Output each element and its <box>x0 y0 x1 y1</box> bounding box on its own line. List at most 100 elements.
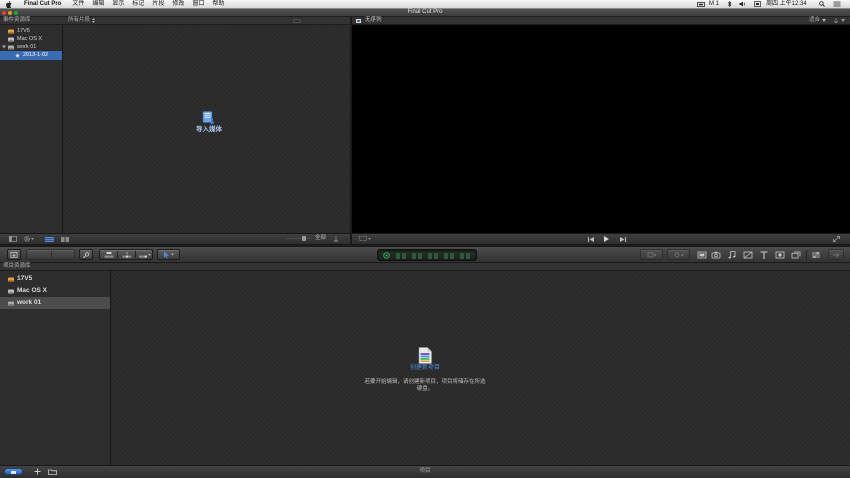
action-menu-button[interactable] <box>24 236 34 242</box>
music-browser-button[interactable] <box>725 250 738 260</box>
audio-enhancement-button[interactable] <box>640 249 663 260</box>
insert-edit-button[interactable] <box>118 250 136 259</box>
viewer-switch-icon[interactable] <box>834 18 838 23</box>
notification-list-icon[interactable] <box>833 1 841 7</box>
menu-clip[interactable]: 片段 <box>152 0 164 8</box>
skip-back-icon[interactable] <box>588 236 594 242</box>
viewer-toolbar <box>352 233 850 244</box>
effects-browser-button[interactable] <box>695 250 708 260</box>
drive-icon <box>8 45 14 50</box>
menu-window[interactable]: 窗口 <box>192 0 204 8</box>
system-drive-icon <box>8 37 14 42</box>
titles-browser-button[interactable] <box>757 250 770 260</box>
event-library-toggle-icon[interactable] <box>9 236 17 242</box>
viewer-zoom-label: 适合 <box>809 17 821 23</box>
footer-title: 项目 <box>419 468 431 474</box>
apple-menu-icon[interactable] <box>6 0 12 8</box>
menu-file[interactable]: 文件 <box>72 0 84 8</box>
keyword-editor-button[interactable] <box>79 249 93 260</box>
select-tool-content <box>163 251 174 258</box>
share-icon <box>833 252 840 257</box>
import-media-label: 导入媒体 <box>196 126 222 133</box>
menu-mark[interactable]: 标记 <box>132 0 144 8</box>
menu-edit[interactable]: 编辑 <box>92 0 104 8</box>
project-library-item-label: 17V5 <box>17 275 33 282</box>
themes-browser-button[interactable] <box>789 250 802 260</box>
project-library-item[interactable]: Mac OS X <box>0 285 110 297</box>
viewer-zoom-popup[interactable]: 适合 <box>809 17 827 24</box>
event-library-item[interactable]: Mac OS X <box>0 35 62 43</box>
clip-appearance-icon[interactable] <box>333 236 339 242</box>
event-library-item-selected[interactable]: 2013-1-02 <box>0 51 62 60</box>
transition-icon <box>743 251 752 259</box>
event-browser-toolbar: 全部 <box>0 233 350 244</box>
project-library-list: 17V5 Mac OS X work 01 <box>0 271 111 465</box>
inspector-button[interactable] <box>809 250 822 260</box>
filmstrip-view-icon[interactable] <box>45 236 54 242</box>
transitions-browser-button[interactable] <box>741 250 754 260</box>
inspector-icon <box>811 252 820 259</box>
connect-edit-button[interactable] <box>100 250 118 259</box>
display-icon[interactable] <box>697 1 705 7</box>
menu-help[interactable]: 帮助 <box>212 0 224 8</box>
bluetooth-icon[interactable] <box>727 1 732 7</box>
event-library-item-label: 17V5 <box>17 28 30 34</box>
app-menu[interactable]: Final Cut Pro <box>24 0 61 8</box>
clip-height-slider[interactable] <box>285 238 312 239</box>
viewer-icon <box>356 18 361 23</box>
segment-divider <box>51 251 52 258</box>
music-note-icon <box>728 251 735 259</box>
key-icon <box>82 251 90 258</box>
volume-icon[interactable] <box>739 1 746 7</box>
list-view-icon[interactable] <box>61 236 69 242</box>
create-new-project-button[interactable]: 创建新项目 <box>385 347 465 371</box>
clip-height-slider-knob[interactable] <box>302 236 306 241</box>
menu-bar: Final Cut Pro 文件 编辑 显示 标记 片段 修改 窗口 帮助 M … <box>0 0 850 9</box>
generators-browser-button[interactable] <box>773 250 786 260</box>
chevron-down-icon <box>148 253 151 256</box>
spotlight-search-icon[interactable] <box>819 1 825 7</box>
viewer-display-options-button[interactable] <box>359 236 371 241</box>
event-library-item[interactable]: work 01 <box>0 43 62 51</box>
viewer-title: 无序列 <box>365 17 382 23</box>
chevron-down-icon <box>822 19 827 22</box>
import-media-button[interactable]: 导入媒体 <box>189 109 229 137</box>
project-library-item-selected[interactable]: work 01 <box>0 297 110 309</box>
project-hint-line-1: 若要开始编辑，请创建新项目，项目将储存在所选 <box>364 379 486 385</box>
project-library-header: 项目资源库 <box>0 263 850 271</box>
viewer-options-chevron-icon[interactable] <box>841 19 845 22</box>
add-project-icon[interactable] <box>34 468 41 475</box>
timecode-display[interactable] <box>377 249 477 261</box>
menu-modify[interactable]: 修改 <box>172 0 184 8</box>
import-button[interactable] <box>7 249 21 260</box>
event-library-item[interactable]: 17V5 <box>0 27 62 35</box>
fullscreen-icon[interactable] <box>833 235 840 242</box>
play-icon[interactable] <box>604 236 609 242</box>
append-edit-button[interactable] <box>136 250 154 259</box>
project-library-title: 项目资源库 <box>3 263 31 269</box>
window-title: Final Cut Pro <box>407 9 443 15</box>
menu-view[interactable]: 显示 <box>112 0 124 8</box>
chevron-down-icon <box>368 237 371 240</box>
project-hint-line-2: 硬盘。 <box>416 386 434 392</box>
filter-search-icon[interactable] <box>293 18 301 23</box>
disclosure-triangle-icon[interactable] <box>2 45 6 49</box>
menu-clock[interactable]: 周四 上午12:34 <box>766 0 807 8</box>
photo-browser-button[interactable] <box>709 250 722 260</box>
event-library-list: 17V5 Mac OS X work 01 2013-1-02 <box>0 25 63 233</box>
project-library-item[interactable]: 17V5 <box>0 273 110 285</box>
project-library-toggle-button[interactable] <box>4 468 23 475</box>
chevron-down-icon <box>170 253 174 256</box>
select-tool-button[interactable] <box>157 249 180 260</box>
new-project-icon <box>418 347 432 364</box>
input-menu-icon[interactable] <box>754 1 761 7</box>
new-folder-icon[interactable] <box>48 469 57 475</box>
record-control-group[interactable] <box>26 249 75 260</box>
clip-filter-popup[interactable]: 所有片段 <box>68 17 96 24</box>
edit-mode-group <box>99 249 153 260</box>
status-menu-label[interactable]: M 1 <box>709 0 719 8</box>
skip-forward-icon[interactable] <box>620 236 626 242</box>
share-button[interactable] <box>828 249 844 260</box>
title-t-icon <box>760 251 768 259</box>
retime-button[interactable] <box>667 249 690 260</box>
